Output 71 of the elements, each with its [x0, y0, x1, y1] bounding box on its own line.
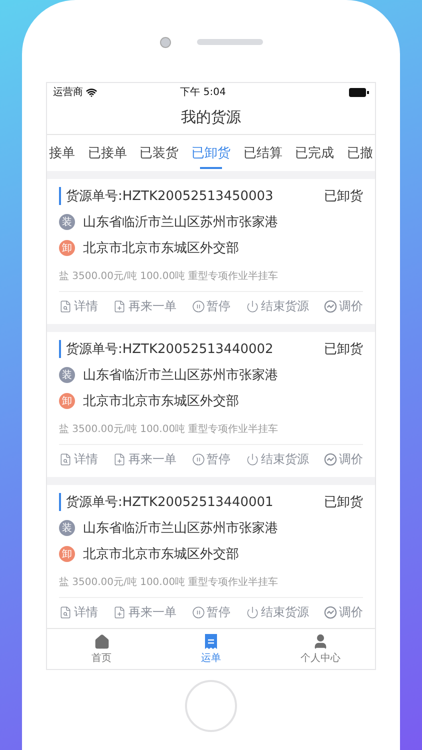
status-tab[interactable]: 已结算 [241, 135, 284, 171]
status-time: 下午 5:04 [179, 86, 227, 99]
pause-icon [192, 300, 204, 313]
action-button[interactable]: 结束货源 [246, 604, 309, 621]
action-button[interactable]: 详情 [59, 451, 98, 468]
load-badge: 装 [59, 367, 75, 383]
destination-address: 北京市北京市东城区外交部 [83, 393, 239, 410]
trend-circle-icon [324, 606, 337, 619]
cargo-details: 盐 3500.00元/吨 100.00吨 重型专项作业半挂车 [59, 422, 363, 445]
origin-address: 山东省临沂市兰山区苏州市张家港 [83, 367, 278, 384]
document-plus-icon [113, 453, 126, 466]
document-search-icon [59, 453, 72, 466]
order-status: 已卸货 [324, 188, 363, 205]
action-button[interactable]: 暂停 [192, 451, 230, 468]
receipt-icon [204, 633, 218, 650]
action-button[interactable]: 再来一单 [113, 451, 176, 468]
action-button[interactable]: 详情 [59, 298, 98, 315]
status-tab[interactable]: 已接单 [86, 135, 129, 171]
action-button[interactable]: 结束货源 [246, 451, 309, 468]
action-button[interactable]: 再来一单 [113, 604, 176, 621]
nav-tab[interactable]: 首页 [56, 629, 147, 669]
cargo-details: 盐 3500.00元/吨 100.00吨 重型专项作业半挂车 [59, 269, 363, 292]
order-number: 货源单号:HZTK20052513450003 [66, 188, 274, 205]
document-plus-icon [113, 300, 126, 313]
nav-tab[interactable]: 运单 [166, 629, 256, 669]
trend-circle-icon [324, 453, 337, 466]
load-badge: 装 [59, 214, 75, 230]
power-icon [246, 300, 259, 313]
order-status: 已卸货 [324, 494, 363, 511]
action-button[interactable]: 结束货源 [246, 298, 309, 315]
nav-tab[interactable]: 个人中心 [275, 629, 366, 669]
status-tab[interactable]: 已卸货 [189, 135, 232, 171]
status-tab[interactable]: 已装货 [138, 135, 181, 171]
action-button[interactable]: 调价 [324, 298, 363, 315]
action-button[interactable]: 再来一单 [113, 298, 176, 315]
action-button[interactable]: 暂停 [192, 298, 230, 315]
power-icon [246, 453, 259, 466]
status-tab[interactable]: 已完成 [293, 135, 336, 171]
load-badge: 装 [59, 520, 75, 536]
pause-icon [192, 606, 204, 619]
order-status: 已卸货 [324, 341, 363, 358]
document-plus-icon [113, 606, 126, 619]
wifi-icon [86, 86, 97, 98]
destination-address: 北京市北京市东城区外交部 [83, 546, 239, 563]
action-button[interactable]: 调价 [324, 604, 363, 621]
speaker-icon [196, 39, 262, 45]
battery-icon [349, 88, 369, 96]
action-button[interactable]: 调价 [324, 451, 363, 468]
order-number: 货源单号:HZTK20052513440001 [66, 494, 274, 511]
home-button[interactable] [185, 680, 237, 732]
status-tab[interactable]: 接单 [47, 135, 77, 171]
cargo-details: 盐 3500.00元/吨 100.00吨 重型专项作业半挂车 [59, 575, 363, 598]
power-icon [246, 606, 259, 619]
document-search-icon [59, 606, 72, 619]
origin-address: 山东省临沂市兰山区苏州市张家港 [83, 214, 278, 231]
unload-badge: 卸 [59, 240, 75, 256]
origin-address: 山东省临沂市兰山区苏州市张家港 [83, 520, 278, 537]
action-button[interactable]: 暂停 [192, 604, 230, 621]
carrier-label: 运营商 [53, 86, 83, 99]
unload-badge: 卸 [59, 546, 75, 562]
home-icon [94, 634, 110, 650]
document-search-icon [59, 300, 72, 313]
action-button[interactable]: 详情 [59, 604, 98, 621]
order-number: 货源单号:HZTK20052513440002 [66, 341, 274, 358]
pause-icon [192, 453, 204, 466]
unload-badge: 卸 [59, 393, 75, 409]
camera-icon [160, 37, 170, 48]
status-tab[interactable]: 已撤 [344, 135, 375, 171]
page-title: 我的货源 [47, 101, 375, 135]
destination-address: 北京市北京市东城区外交部 [83, 240, 239, 257]
trend-circle-icon [324, 300, 337, 313]
